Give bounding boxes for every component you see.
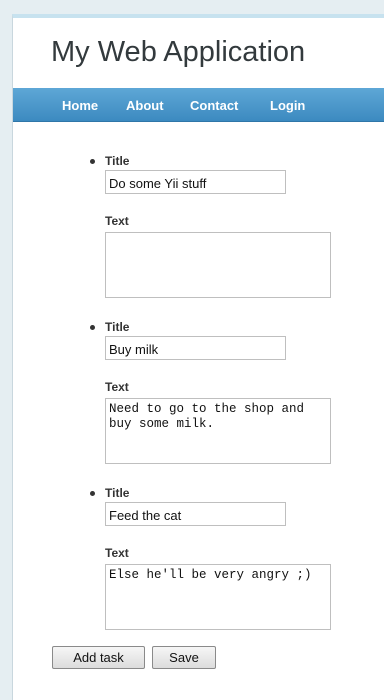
app-title: My Web Application (51, 36, 306, 68)
title-input[interactable] (105, 170, 286, 194)
list-bullet (90, 159, 95, 164)
title-label: Title (105, 320, 130, 334)
menu-item-contact[interactable]: Contact (190, 98, 238, 113)
page-container: My Web Application Home About Contact Lo… (12, 14, 384, 700)
text-area[interactable]: Need to go to the shop and buy some milk… (105, 398, 331, 464)
menu-item-about[interactable]: About (126, 98, 164, 113)
title-label: Title (105, 154, 130, 168)
text-label: Text (105, 546, 129, 560)
title-input[interactable] (105, 502, 286, 526)
text-label: Text (105, 380, 129, 394)
title-input[interactable] (105, 336, 286, 360)
text-label: Text (105, 214, 129, 228)
menu-item-home[interactable]: Home (62, 98, 98, 113)
add-task-button[interactable]: Add task (52, 646, 145, 669)
text-area[interactable]: Else he'll be very angry ;) (105, 564, 331, 630)
menu-item-login[interactable]: Login (270, 98, 305, 113)
header: My Web Application (13, 18, 384, 68)
save-button[interactable]: Save (152, 646, 216, 669)
list-bullet (90, 325, 95, 330)
text-area[interactable] (105, 232, 331, 298)
main-menu: Home About Contact Login (13, 88, 384, 122)
title-label: Title (105, 486, 130, 500)
list-bullet (90, 491, 95, 496)
